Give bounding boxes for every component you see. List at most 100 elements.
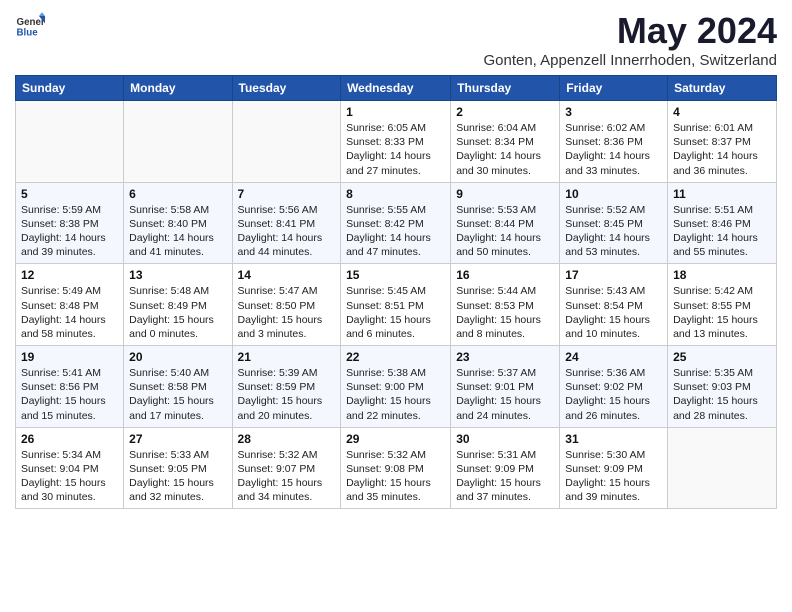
calendar-day-cell: 21 Sunrise: 5:39 AM Sunset: 8:59 PM Dayli…	[232, 346, 341, 428]
day-number: 9	[456, 187, 554, 201]
calendar-day-cell: 6 Sunrise: 5:58 AM Sunset: 8:40 PM Daylig…	[124, 182, 232, 264]
calendar-body: 1 Sunrise: 6:05 AM Sunset: 8:33 PM Daylig…	[16, 101, 777, 509]
calendar-day-cell: 26Sunrise: 5:34 AM Sunset: 9:04 PM Dayli…	[16, 427, 124, 509]
day-info: Sunrise: 5:58 AM Sunset: 8:40 PM Dayligh…	[129, 203, 226, 260]
day-number: 23	[456, 350, 554, 364]
day-number: 31	[565, 432, 662, 446]
calendar-table: SundayMondayTuesdayWednesdayThursdayFrid…	[15, 75, 777, 509]
day-number: 6	[129, 187, 226, 201]
day-number: 2	[456, 105, 554, 119]
calendar-day-cell: 23 Sunrise: 5:37 AM Sunset: 9:01 PM Dayli…	[451, 346, 560, 428]
calendar-subtitle: Gonten, Appenzell Innerrhoden, Switzerla…	[483, 52, 777, 69]
weekday-header-cell: Tuesday	[232, 76, 341, 101]
calendar-week-row: 1 Sunrise: 6:05 AM Sunset: 8:33 PM Daylig…	[16, 101, 777, 183]
calendar-day-cell: 4Sunrise: 6:01 AM Sunset: 8:37 PM Daylig…	[668, 101, 777, 183]
logo-icon: General Blue	[15, 10, 45, 40]
calendar-day-cell: 3 Sunrise: 6:02 AM Sunset: 8:36 PM Daylig…	[560, 101, 668, 183]
day-info: Sunrise: 5:32 AM Sunset: 9:08 PM Dayligh…	[346, 448, 445, 505]
day-info: Sunrise: 5:35 AM Sunset: 9:03 PM Dayligh…	[673, 366, 771, 423]
calendar-day-cell: 14 Sunrise: 5:47 AM Sunset: 8:50 PM Dayli…	[232, 264, 341, 346]
calendar-day-cell: 11 Sunrise: 5:51 AM Sunset: 8:46 PM Dayli…	[668, 182, 777, 264]
day-number: 7	[238, 187, 336, 201]
day-info: Sunrise: 5:47 AM Sunset: 8:50 PM Dayligh…	[238, 284, 336, 341]
calendar-week-row: 26Sunrise: 5:34 AM Sunset: 9:04 PM Dayli…	[16, 427, 777, 509]
day-info: Sunrise: 5:44 AM Sunset: 8:53 PM Dayligh…	[456, 284, 554, 341]
svg-text:Blue: Blue	[17, 28, 39, 39]
day-info: Sunrise: 6:02 AM Sunset: 8:36 PM Dayligh…	[565, 121, 662, 178]
day-info: Sunrise: 5:32 AM Sunset: 9:07 PM Dayligh…	[238, 448, 336, 505]
day-number: 22	[346, 350, 445, 364]
day-number: 19	[21, 350, 118, 364]
calendar-day-cell: 12 Sunrise: 5:49 AM Sunset: 8:48 PM Dayli…	[16, 264, 124, 346]
day-number: 17	[565, 268, 662, 282]
calendar-day-cell: 30Sunrise: 5:31 AM Sunset: 9:09 PM Dayli…	[451, 427, 560, 509]
calendar-day-cell	[16, 101, 124, 183]
day-number: 10	[565, 187, 662, 201]
calendar-day-cell: 8Sunrise: 5:55 AM Sunset: 8:42 PM Daylig…	[341, 182, 451, 264]
day-number: 14	[238, 268, 336, 282]
day-info: Sunrise: 6:05 AM Sunset: 8:33 PM Dayligh…	[346, 121, 445, 178]
day-number: 27	[129, 432, 226, 446]
calendar-day-cell: 19 Sunrise: 5:41 AM Sunset: 8:56 PM Dayli…	[16, 346, 124, 428]
calendar-day-cell: 15Sunrise: 5:45 AM Sunset: 8:51 PM Dayli…	[341, 264, 451, 346]
weekday-header-cell: Thursday	[451, 76, 560, 101]
day-number: 4	[673, 105, 771, 119]
weekday-header-cell: Wednesday	[341, 76, 451, 101]
calendar-day-cell: 25Sunrise: 5:35 AM Sunset: 9:03 PM Dayli…	[668, 346, 777, 428]
calendar-day-cell: 24Sunrise: 5:36 AM Sunset: 9:02 PM Dayli…	[560, 346, 668, 428]
calendar-day-cell	[668, 427, 777, 509]
calendar-title: May 2024	[483, 10, 777, 52]
day-info: Sunrise: 5:38 AM Sunset: 9:00 PM Dayligh…	[346, 366, 445, 423]
page-header: General Blue May 2024 Gonten, Appenzell …	[15, 10, 777, 69]
day-info: Sunrise: 5:59 AM Sunset: 8:38 PM Dayligh…	[21, 203, 118, 260]
day-info: Sunrise: 5:40 AM Sunset: 8:58 PM Dayligh…	[129, 366, 226, 423]
calendar-day-cell: 17Sunrise: 5:43 AM Sunset: 8:54 PM Dayli…	[560, 264, 668, 346]
calendar-day-cell: 1 Sunrise: 6:05 AM Sunset: 8:33 PM Daylig…	[341, 101, 451, 183]
weekday-header-row: SundayMondayTuesdayWednesdayThursdayFrid…	[16, 76, 777, 101]
day-info: Sunrise: 5:56 AM Sunset: 8:41 PM Dayligh…	[238, 203, 336, 260]
title-area: May 2024 Gonten, Appenzell Innerrhoden, …	[483, 10, 777, 69]
day-info: Sunrise: 5:55 AM Sunset: 8:42 PM Dayligh…	[346, 203, 445, 260]
calendar-day-cell: 22 Sunrise: 5:38 AM Sunset: 9:00 PM Dayli…	[341, 346, 451, 428]
calendar-day-cell: 27 Sunrise: 5:33 AM Sunset: 9:05 PM Dayli…	[124, 427, 232, 509]
day-number: 18	[673, 268, 771, 282]
calendar-week-row: 5Sunrise: 5:59 AM Sunset: 8:38 PM Daylig…	[16, 182, 777, 264]
weekday-header-cell: Saturday	[668, 76, 777, 101]
day-number: 15	[346, 268, 445, 282]
day-info: Sunrise: 5:39 AM Sunset: 8:59 PM Dayligh…	[238, 366, 336, 423]
calendar-day-cell: 2Sunrise: 6:04 AM Sunset: 8:34 PM Daylig…	[451, 101, 560, 183]
day-info: Sunrise: 5:51 AM Sunset: 8:46 PM Dayligh…	[673, 203, 771, 260]
calendar-day-cell: 31 Sunrise: 5:30 AM Sunset: 9:09 PM Dayli…	[560, 427, 668, 509]
calendar-day-cell: 29 Sunrise: 5:32 AM Sunset: 9:08 PM Dayli…	[341, 427, 451, 509]
day-info: Sunrise: 5:42 AM Sunset: 8:55 PM Dayligh…	[673, 284, 771, 341]
day-number: 28	[238, 432, 336, 446]
calendar-week-row: 12 Sunrise: 5:49 AM Sunset: 8:48 PM Dayli…	[16, 264, 777, 346]
day-number: 3	[565, 105, 662, 119]
calendar-day-cell: 20Sunrise: 5:40 AM Sunset: 8:58 PM Dayli…	[124, 346, 232, 428]
day-number: 30	[456, 432, 554, 446]
calendar-week-row: 19 Sunrise: 5:41 AM Sunset: 8:56 PM Dayli…	[16, 346, 777, 428]
calendar-day-cell: 7 Sunrise: 5:56 AM Sunset: 8:41 PM Daylig…	[232, 182, 341, 264]
day-info: Sunrise: 5:30 AM Sunset: 9:09 PM Dayligh…	[565, 448, 662, 505]
day-info: Sunrise: 5:34 AM Sunset: 9:04 PM Dayligh…	[21, 448, 118, 505]
day-number: 1	[346, 105, 445, 119]
calendar-day-cell	[232, 101, 341, 183]
logo: General Blue	[15, 10, 47, 40]
calendar-day-cell: 10 Sunrise: 5:52 AM Sunset: 8:45 PM Dayli…	[560, 182, 668, 264]
day-info: Sunrise: 5:49 AM Sunset: 8:48 PM Dayligh…	[21, 284, 118, 341]
calendar-day-cell: 16Sunrise: 5:44 AM Sunset: 8:53 PM Dayli…	[451, 264, 560, 346]
calendar-day-cell: 18 Sunrise: 5:42 AM Sunset: 8:55 PM Dayli…	[668, 264, 777, 346]
weekday-header-cell: Sunday	[16, 76, 124, 101]
day-number: 24	[565, 350, 662, 364]
day-number: 13	[129, 268, 226, 282]
day-info: Sunrise: 5:37 AM Sunset: 9:01 PM Dayligh…	[456, 366, 554, 423]
weekday-header-cell: Monday	[124, 76, 232, 101]
day-info: Sunrise: 5:41 AM Sunset: 8:56 PM Dayligh…	[21, 366, 118, 423]
day-info: Sunrise: 5:52 AM Sunset: 8:45 PM Dayligh…	[565, 203, 662, 260]
calendar-day-cell: 13Sunrise: 5:48 AM Sunset: 8:49 PM Dayli…	[124, 264, 232, 346]
day-number: 21	[238, 350, 336, 364]
day-number: 11	[673, 187, 771, 201]
day-number: 12	[21, 268, 118, 282]
day-info: Sunrise: 5:33 AM Sunset: 9:05 PM Dayligh…	[129, 448, 226, 505]
day-number: 29	[346, 432, 445, 446]
